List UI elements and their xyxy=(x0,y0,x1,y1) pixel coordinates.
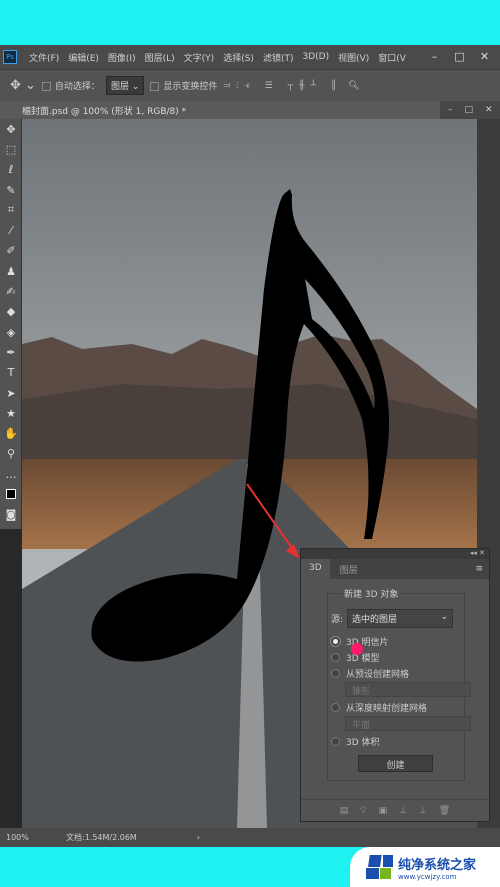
brush-tool-icon[interactable]: ✐ xyxy=(0,241,22,261)
zoom-level[interactable]: 100% xyxy=(6,833,36,842)
doc-maximize-icon[interactable]: □ xyxy=(465,105,474,115)
menu-file[interactable]: 文件(F) xyxy=(29,51,59,64)
shape-tool-icon[interactable]: ★ xyxy=(0,403,22,423)
option-depth-map-mesh[interactable]: 从深度映射创建网格 xyxy=(301,701,491,714)
3d-panel: ◂◂ ✕ 3D 图层 ≡ 新建 3D 对象 源: 选中的图层 ⌄ 3D 明信片 3… xyxy=(300,548,490,822)
menu-layer[interactable]: 图层(L) xyxy=(145,51,175,64)
zoom-tool-icon[interactable]: ⚲ xyxy=(0,444,22,464)
quick-select-tool-icon[interactable]: ✎ xyxy=(0,180,22,200)
maximize-button[interactable]: □ xyxy=(447,45,472,67)
camera-icon[interactable]: ▣ xyxy=(379,806,388,816)
tab-3d[interactable]: 3D xyxy=(301,559,330,579)
tools-panel: ✥ ⬚ ℓ ✎ ⌗ ⁄ ✐ ♟ ✍ ◆ ◈ ✒ T ➤ ★ ✋ ⚲ … ◙ xyxy=(0,119,22,529)
panel-footer: ▤ 💡︎ ▣ ⊥ ⊥ 🗑︎ xyxy=(301,799,489,821)
menu-bar: Ps 文件(F) 编辑(E) 图像(I) 图层(L) 文字(Y) 选择(S) 滤… xyxy=(0,45,500,69)
status-arrow-icon[interactable]: › xyxy=(197,833,200,842)
eyedropper-tool-icon[interactable]: ⁄ xyxy=(0,220,22,240)
align-icons[interactable]: ⫤⫶⫣ ☰ ┬╫┴ ║ xyxy=(223,81,342,91)
delete-icon[interactable]: 🗑︎ xyxy=(439,806,450,816)
document-title: 楣封面.psd @ 100% (形状 1, RGB/8) * xyxy=(0,101,440,119)
scene-icon[interactable]: ▤ xyxy=(340,806,349,816)
tab-layers[interactable]: 图层 xyxy=(330,559,368,580)
preset-dropdown: 锥形 xyxy=(345,682,471,697)
watermark-brand: 纯净系统之家 xyxy=(398,857,477,873)
doc-close-icon[interactable]: ✕ xyxy=(485,105,493,115)
menu-3d[interactable]: 3D(D) xyxy=(302,52,329,62)
move-tool-icon[interactable]: ✥ xyxy=(0,119,22,139)
create-button[interactable]: 创建 xyxy=(358,755,433,772)
layer-select-dropdown[interactable]: 图层 ⌄ xyxy=(105,76,145,95)
source-value: 选中的图层 xyxy=(352,615,398,625)
layer-select-value: 图层 xyxy=(110,82,129,92)
photoshop-logo: Ps xyxy=(3,50,17,64)
watermark: 纯净系统之家 www.ycwjzy.com xyxy=(350,847,500,887)
watermark-logo xyxy=(366,855,393,879)
option-3d-volume[interactable]: 3D 体积 xyxy=(301,735,491,748)
depth-dropdown: 平面 xyxy=(345,716,471,731)
doc-minimize-icon[interactable]: – xyxy=(448,105,453,115)
panel-menu-icon[interactable]: ≡ xyxy=(475,564,483,574)
cursor-highlight xyxy=(351,643,363,655)
show-transform-label: 显示变换控件 xyxy=(163,82,218,92)
status-bar: 100% 文档:1.54M/2.06M › xyxy=(0,828,500,847)
tools-gap xyxy=(0,529,22,828)
auto-select-label: 自动选择： xyxy=(54,82,100,92)
group-title: 新建 3D 对象 xyxy=(342,587,401,600)
options-bar: ✥ ⌄ 自动选择： 图层 ⌄ 显示变换控件 ⫤⫶⫣ ☰ ┬╫┴ ║ 🔍︎ xyxy=(0,69,500,101)
type-tool-icon[interactable]: T xyxy=(0,363,22,383)
menu-image[interactable]: 图像(I) xyxy=(108,51,136,64)
move-tool-icon[interactable]: ✥ ⌄ xyxy=(10,78,36,93)
lasso-tool-icon[interactable]: ℓ xyxy=(0,160,22,180)
eraser-tool-icon[interactable]: ◆ xyxy=(0,302,22,322)
doc-size: 文档:1.54M/2.06M xyxy=(66,833,137,842)
close-button[interactable]: ✕ xyxy=(472,45,497,67)
option-label: 从预设创建网格 xyxy=(346,669,410,680)
paint-bucket-icon[interactable]: ◈ xyxy=(0,322,22,342)
hand-tool-icon[interactable]: ✋ xyxy=(0,423,22,443)
option-3d-postcard[interactable]: 3D 明信片 xyxy=(301,635,491,648)
option-label: 3D 体积 xyxy=(346,737,380,748)
marquee-tool-icon[interactable]: ⬚ xyxy=(0,139,22,159)
option-3d-model[interactable]: 3D 模型 xyxy=(301,651,491,664)
color-swatch-icon[interactable] xyxy=(0,484,22,504)
show-transform-checkbox[interactable]: 显示变换控件 xyxy=(150,79,217,92)
panel-collapse-icon[interactable]: ◂◂ ✕ xyxy=(301,549,489,559)
option-preset-mesh[interactable]: 从预设创建网格 xyxy=(301,667,491,680)
menu-view[interactable]: 视图(V) xyxy=(338,51,369,64)
path-select-icon[interactable]: ➤ xyxy=(0,383,22,403)
menu-select[interactable]: 选择(S) xyxy=(223,51,254,64)
auto-select-checkbox[interactable]: 自动选择： xyxy=(41,79,100,92)
ground-icon[interactable]: ⊥ xyxy=(399,806,407,816)
source-label: 源: xyxy=(331,615,344,625)
menu-edit[interactable]: 编辑(E) xyxy=(68,51,99,64)
quick-mask-icon[interactable]: ◙ xyxy=(0,505,22,525)
menu-window[interactable]: 窗口(V xyxy=(378,51,406,64)
search-icon[interactable]: 🔍︎ xyxy=(348,81,359,91)
history-brush-icon[interactable]: ✍ xyxy=(0,281,22,301)
option-label: 3D 模型 xyxy=(346,653,380,664)
option-label: 从深度映射创建网格 xyxy=(346,703,428,714)
menu-filter[interactable]: 滤镜(T) xyxy=(263,51,294,64)
stamp-tool-icon[interactable]: ♟ xyxy=(0,261,22,281)
light-icon[interactable]: 💡︎ xyxy=(360,806,366,816)
minimize-button[interactable]: – xyxy=(422,45,447,67)
pen-tool-icon[interactable]: ✒ xyxy=(0,342,22,362)
object-icon[interactable]: ⊥ xyxy=(419,806,427,816)
more-tools-icon[interactable]: … xyxy=(0,464,22,484)
source-dropdown[interactable]: 选中的图层 ⌄ xyxy=(347,609,454,628)
menu-type[interactable]: 文字(Y) xyxy=(184,51,215,64)
document-tab[interactable]: 楣封面.psd @ 100% (形状 1, RGB/8) * – □ ✕ xyxy=(0,101,500,119)
crop-tool-icon[interactable]: ⌗ xyxy=(0,200,22,220)
watermark-url: www.ycwjzy.com xyxy=(398,872,457,881)
